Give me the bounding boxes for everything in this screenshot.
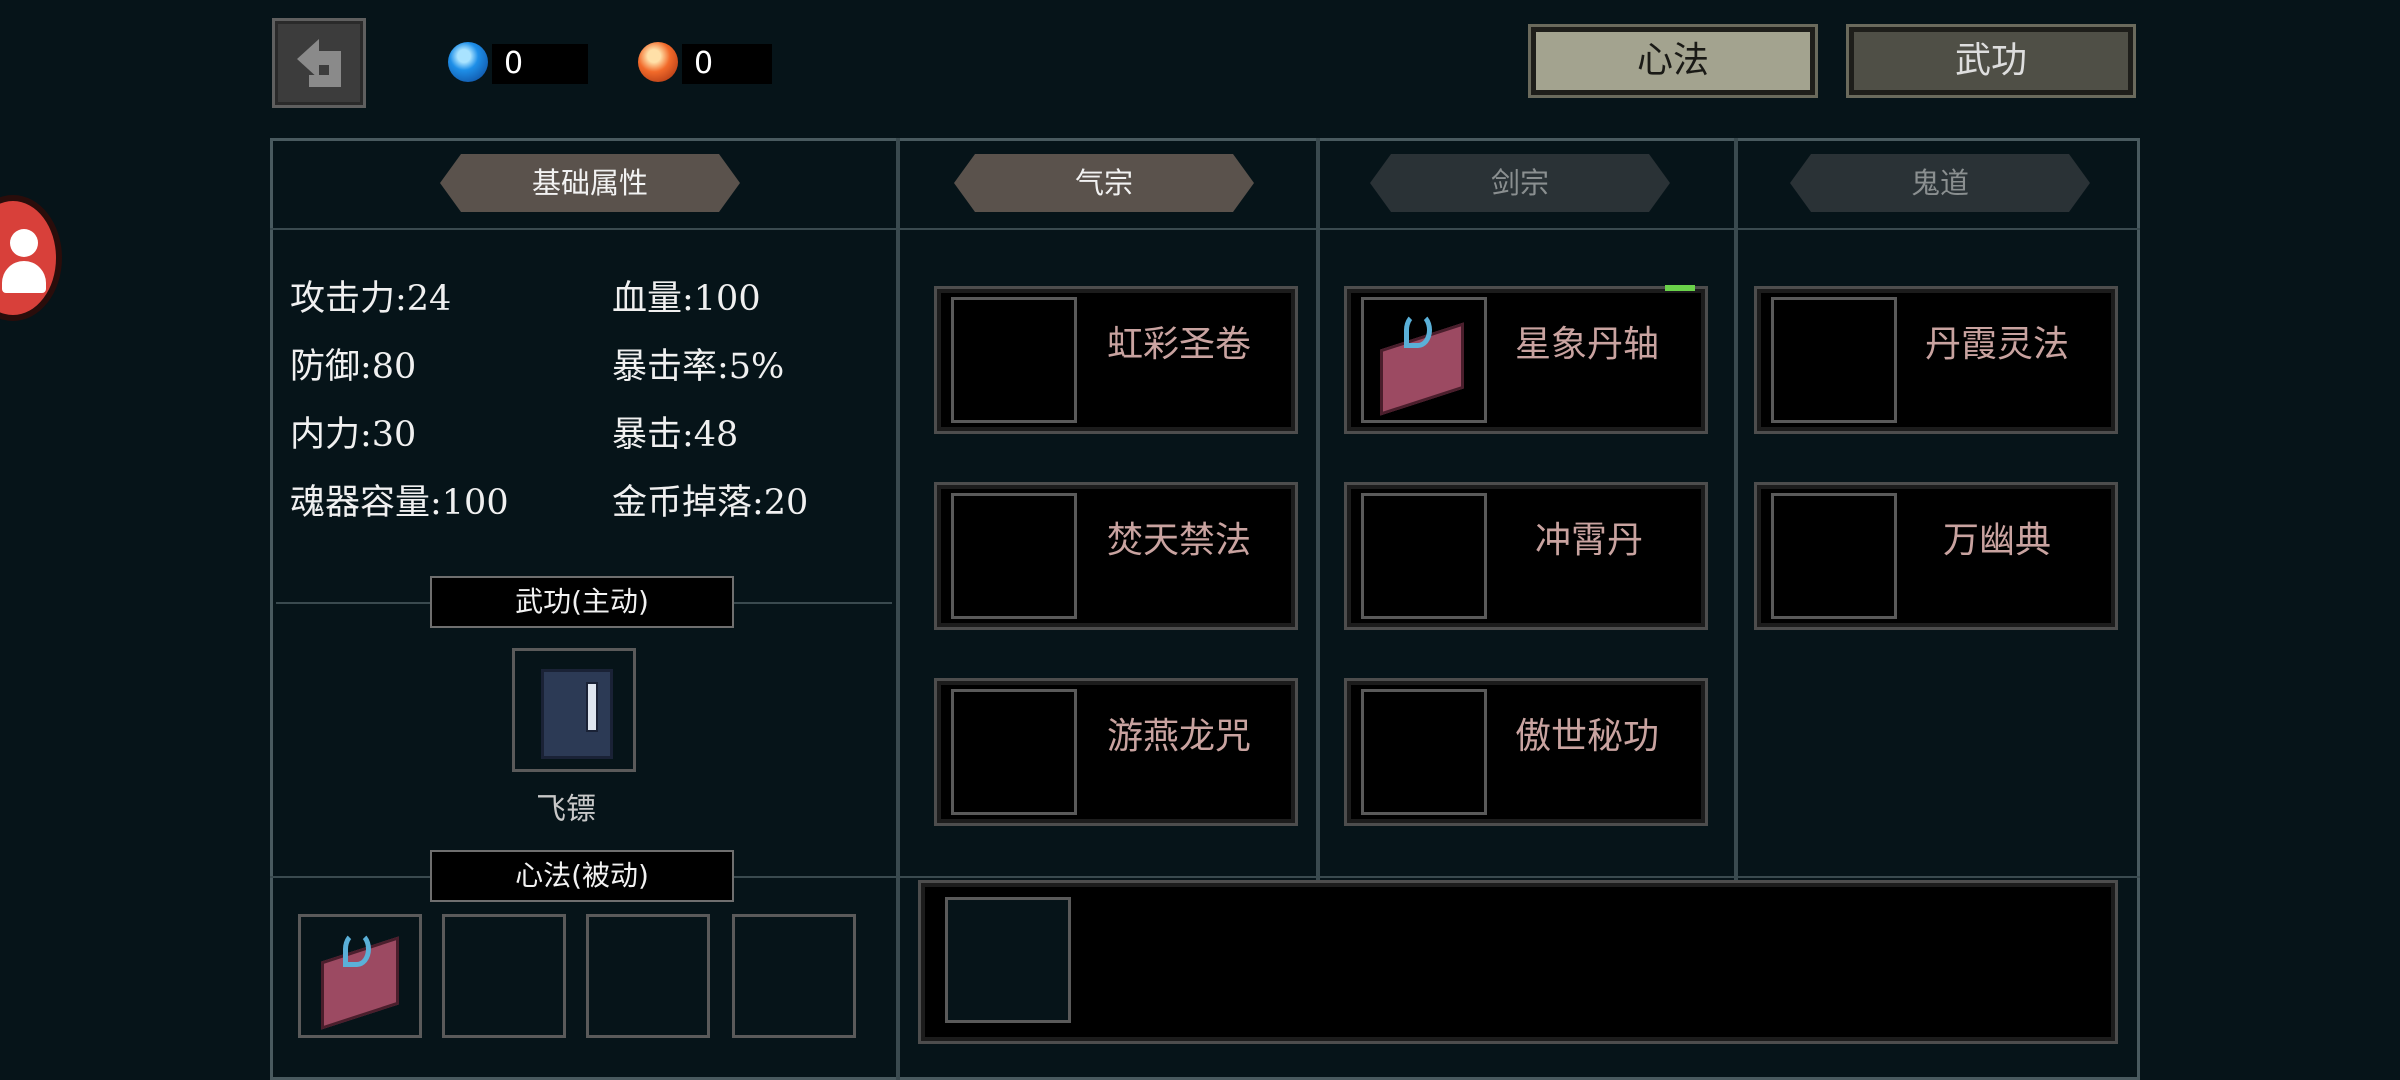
passive-slot-3[interactable]: [586, 914, 710, 1038]
back-button[interactable]: [272, 18, 366, 108]
skill-card-jian-2[interactable]: 冲霄丹: [1344, 482, 1708, 630]
locked-book-icon: [1361, 493, 1487, 619]
stat-crit: 暴击:48: [612, 415, 739, 455]
stat-internal: 内力:30: [290, 415, 417, 455]
red-gem-count: 0: [682, 44, 772, 84]
skill-card-gui-2[interactable]: 万幽典: [1754, 482, 2118, 630]
stat-attack: 攻击力:24: [290, 279, 452, 319]
stat-crit-rate: 暴击率:5%: [612, 347, 785, 387]
stat-defense: 防御:80: [290, 347, 417, 387]
stat-soul-capacity: 魂器容量:100: [290, 483, 509, 523]
skill-name: 丹霞灵法: [1925, 324, 2070, 365]
skill-card-qi-2[interactable]: 焚天禁法: [934, 482, 1298, 630]
column-divider: [896, 138, 900, 880]
skill-card-jian-3[interactable]: 傲世秘功: [1344, 678, 1708, 826]
active-skill-header: 武功(主动): [430, 576, 734, 628]
dart-scroll-icon: [541, 669, 613, 759]
unlocked-book-slot: [1361, 297, 1487, 423]
tab-wugong[interactable]: 武功: [1846, 24, 2136, 98]
locked-book-icon: [951, 493, 1077, 619]
passive-slot-1[interactable]: [298, 914, 422, 1038]
back-arrow-icon: [297, 39, 341, 87]
locked-book-icon: [1361, 689, 1487, 815]
blue-gem-count: 0: [492, 44, 588, 84]
passive-slot-2[interactable]: [442, 914, 566, 1038]
selected-skill-slot[interactable]: [945, 897, 1071, 1023]
skill-name: 万幽典: [1943, 520, 2052, 561]
passive-slot-4[interactable]: [732, 914, 856, 1038]
blue-gem-icon: [448, 42, 488, 82]
user-icon: [2, 229, 46, 295]
skill-name: 游燕龙咒: [1107, 716, 1252, 757]
locked-book-icon: [1771, 493, 1897, 619]
locked-book-icon: [951, 689, 1077, 815]
skill-card-gui-1[interactable]: 丹霞灵法: [1754, 286, 2118, 434]
hook-icon: [1404, 312, 1432, 348]
locked-book-icon: [1771, 297, 1897, 423]
skill-card-jian-1[interactable]: 星象丹轴: [1344, 285, 1708, 434]
skill-name: 星象丹轴: [1515, 324, 1660, 365]
red-gem-icon: [638, 42, 678, 82]
hook-icon: [343, 931, 371, 967]
new-indicator: [1665, 285, 1695, 291]
header-divider: [270, 228, 2140, 230]
skill-name: 傲世秘功: [1515, 716, 1660, 757]
column-divider: [1316, 138, 1320, 880]
avatar-badge[interactable]: [0, 195, 62, 321]
passive-skill-header: 心法(被动): [430, 850, 734, 902]
skill-name: 冲霄丹: [1535, 520, 1644, 561]
skill-name: 虹彩圣卷: [1107, 324, 1252, 365]
active-skill-slot[interactable]: [512, 648, 636, 772]
skill-card-qi-1[interactable]: 虹彩圣卷: [934, 286, 1298, 434]
tab-xinfa[interactable]: 心法: [1528, 24, 1818, 98]
skill-name: 焚天禁法: [1107, 520, 1252, 561]
skill-card-qi-3[interactable]: 游燕龙咒: [934, 678, 1298, 826]
tab-guidao[interactable]: 鬼道: [1790, 154, 2090, 212]
locked-book-icon: [951, 297, 1077, 423]
active-skill-name: 飞镖: [536, 792, 596, 827]
column-divider: [896, 880, 900, 1080]
tab-qizong[interactable]: 气宗: [954, 154, 1254, 212]
stat-hp: 血量:100: [612, 279, 761, 319]
header-basic-attributes: 基础属性: [440, 154, 740, 212]
tab-jianzong[interactable]: 剑宗: [1370, 154, 1670, 212]
stat-gold-drop: 金币掉落:20: [612, 483, 809, 523]
skill-detail-panel: [918, 880, 2118, 1044]
column-divider: [1734, 138, 1738, 880]
